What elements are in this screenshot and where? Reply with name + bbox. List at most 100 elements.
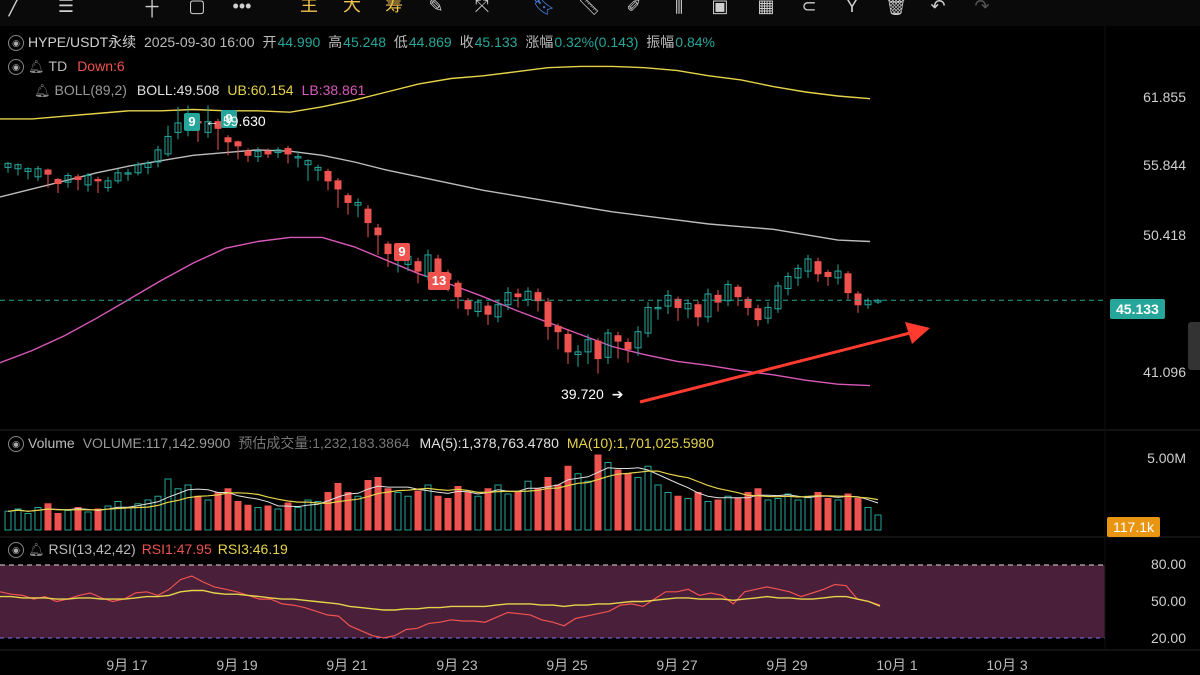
- volume-bar: [864, 507, 872, 531]
- volume-bar: [584, 480, 592, 531]
- volume-bar: [794, 499, 802, 531]
- boll-ub-value: UB:60.154: [227, 82, 294, 98]
- symbol-name[interactable]: HYPE/USDT永续: [28, 34, 136, 50]
- volume-ma5: MA(5):1,378,763.4780: [419, 435, 559, 451]
- eye-icon[interactable]: ◉: [8, 542, 24, 559]
- volume-bar: [774, 498, 782, 531]
- rsi-indicator-row: ◉ 🔔︎ RSI(13,42,42) RSI1:47.95 RSI3:46.19: [8, 540, 292, 559]
- volume-bar: [644, 465, 652, 531]
- rsi3-value: RSI3:46.19: [217, 541, 288, 557]
- volume-bar: [174, 488, 182, 531]
- high-price-value: 59.630: [222, 113, 266, 129]
- candle-body: [754, 308, 762, 321]
- volume-bar: [164, 478, 172, 531]
- change-label: 涨幅: [525, 34, 554, 50]
- volume-bar: [214, 492, 222, 531]
- volume-bar: [334, 483, 342, 531]
- volume-bar: [284, 502, 292, 531]
- boll-indicator-row: 🔔︎ BOLL(89,2) BOLL:49.508 UB:60.154 LB:38.86…: [34, 81, 369, 100]
- volume-bar: [474, 495, 482, 531]
- close-value: 45.133: [474, 34, 518, 50]
- open-value: 44.990: [277, 34, 321, 50]
- volume-bar: [714, 499, 722, 531]
- volume-value: VOLUME:117,142.9900: [82, 435, 231, 451]
- volume-bar: [594, 454, 602, 531]
- current-volume-badge: 117.1k: [1107, 517, 1160, 537]
- td-label[interactable]: TD: [49, 58, 68, 74]
- volume-bar: [574, 473, 582, 531]
- volume-bar: [834, 499, 842, 531]
- candle-body: [364, 208, 372, 224]
- rsi-tick: 80.00: [1150, 556, 1186, 572]
- volume-bar: [194, 495, 202, 531]
- candle-body: [694, 304, 702, 318]
- current-price-badge: 45.133: [1110, 299, 1165, 319]
- candle-body: [814, 261, 822, 275]
- volume-bar: [114, 501, 122, 531]
- volume-bar: [354, 495, 362, 531]
- td-down-value: Down:6: [77, 58, 125, 74]
- volume-bar: [664, 492, 672, 531]
- rsi-label[interactable]: RSI(13,42,42): [49, 541, 136, 557]
- bell-icon[interactable]: 🔔︎: [28, 542, 45, 557]
- volume-bar: [764, 499, 772, 531]
- volume-bar: [614, 469, 622, 531]
- candle-body: [564, 333, 572, 353]
- eye-icon[interactable]: ◉: [8, 35, 24, 52]
- side-panel-handle[interactable]: [1188, 322, 1200, 370]
- boll-lb-value: LB:38.861: [301, 82, 366, 98]
- candle-body: [544, 301, 552, 327]
- volume-axis-tick: 5.00M: [1147, 450, 1186, 466]
- volume-bar: [94, 508, 102, 531]
- candle-body: [824, 271, 832, 277]
- volume-bar: [684, 498, 692, 531]
- td-indicator-row: ◉ 🔔︎ TD Down:6: [8, 57, 129, 76]
- volume-bar: [364, 480, 372, 531]
- volume-bar: [24, 513, 32, 531]
- candle-body: [534, 292, 542, 302]
- candle-body: [264, 150, 272, 155]
- low-price-value: 39.720: [561, 386, 604, 402]
- rsi-tick: 20.00: [1150, 630, 1186, 646]
- volume-bar: [604, 462, 612, 531]
- eye-icon[interactable]: ◉: [8, 436, 24, 453]
- boll-label[interactable]: BOLL(89,2): [55, 82, 127, 98]
- candle-body: [464, 300, 472, 310]
- trend-arrow: [639, 331, 911, 404]
- date-tick: 9月 27: [656, 657, 698, 673]
- candle-body: [614, 335, 622, 342]
- volume-bar: [64, 510, 72, 531]
- volume-bar: [344, 492, 352, 531]
- price-tick: 55.844: [1143, 157, 1186, 173]
- volume-bar: [634, 477, 642, 531]
- date-tick: 10月 3: [986, 657, 1028, 673]
- volume-bar: [384, 488, 392, 531]
- amplitude-value: 0.84%: [675, 34, 715, 50]
- rsi-tick: 50.00: [1150, 593, 1186, 609]
- volume-bar: [694, 492, 702, 531]
- volume-label[interactable]: Volume: [28, 435, 75, 451]
- volume-bar: [824, 498, 832, 531]
- bell-icon[interactable]: 🔔︎: [34, 83, 51, 98]
- candle-body: [324, 170, 332, 182]
- volume-bar: [424, 484, 432, 531]
- volume-bar: [564, 465, 572, 531]
- volume-bar: [184, 484, 192, 531]
- candle-body: [44, 169, 52, 175]
- volume-bar: [294, 507, 302, 531]
- candle-body: [414, 261, 422, 272]
- bell-icon[interactable]: 🔔︎: [28, 59, 45, 74]
- candle-body: [244, 150, 252, 156]
- td-thirteen-marker: 13: [428, 272, 450, 290]
- candle-body: [484, 305, 492, 315]
- volume-bar: [84, 511, 92, 531]
- eye-icon[interactable]: ◉: [8, 59, 24, 76]
- candle-body: [844, 273, 852, 294]
- candle-body: [514, 293, 522, 298]
- candle-body: [94, 179, 102, 182]
- candle-body: [54, 179, 62, 185]
- volume-bar: [464, 492, 472, 531]
- td-nine-up-marker: 9: [184, 113, 200, 131]
- candlestick-chart[interactable]: [0, 0, 1200, 675]
- trend-arrow-head: [905, 322, 930, 344]
